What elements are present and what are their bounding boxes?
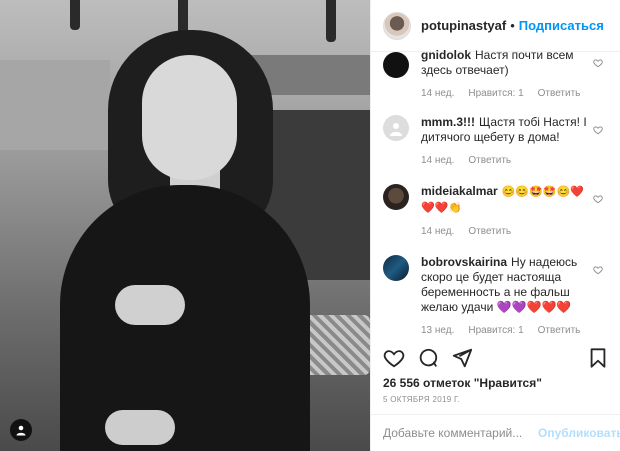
background-shape <box>0 60 110 150</box>
share-icon[interactable] <box>451 347 473 369</box>
comment-avatar[interactable] <box>383 115 409 141</box>
comment-input[interactable] <box>383 426 538 440</box>
post-side-panel: potupinastyaf • Подписаться gnidolok Наст… <box>370 0 620 451</box>
reply-button[interactable]: Ответить <box>468 226 511 237</box>
separator-dot: • <box>510 18 515 33</box>
lamp-shape <box>326 0 336 42</box>
comment-meta: 14 нед. Ответить <box>421 226 589 237</box>
hand-shape <box>115 285 185 325</box>
add-comment-bar: Опубликовать <box>371 414 620 451</box>
hand-shape <box>105 410 175 445</box>
comment-meta: 13 нед. Нравится: 1 Ответить <box>421 325 589 336</box>
list-item: mmm.3!!! Щастя тобі Настя! І дитячого щеб… <box>371 115 620 166</box>
comment-likes[interactable]: Нравится: 1 <box>468 88 523 99</box>
heart-small-icon[interactable] <box>593 58 603 68</box>
list-item: mideiakalmar 😊😊🤩🤩😊❤️ ❤️❤️👏 14 нед. Ответи… <box>371 184 620 237</box>
comment-username[interactable]: bobrovskairina <box>421 255 507 269</box>
comment-meta: 14 нед. Нравится: 1 Ответить <box>421 88 589 99</box>
comment-time[interactable]: 14 нед. <box>421 88 454 99</box>
heart-icon[interactable] <box>383 347 405 369</box>
reply-button[interactable]: Ответить <box>538 325 581 336</box>
reply-button[interactable]: Ответить <box>468 155 511 166</box>
comment-text: gnidolok Настя почти всем здесь отвечает) <box>421 48 589 78</box>
comment-text: bobrovskairina Ну надеюсь скоро це будет … <box>421 255 589 315</box>
comment-avatar[interactable] <box>383 52 409 78</box>
publish-button[interactable]: Опубликовать <box>538 426 620 440</box>
face-shape <box>142 55 237 180</box>
comment-time[interactable]: 13 нед. <box>421 325 454 336</box>
comment-username[interactable]: mmm.3!!! <box>421 115 475 129</box>
comment-text: mideiakalmar 😊😊🤩🤩😊❤️ ❤️❤️👏 <box>421 184 589 216</box>
avatar[interactable] <box>383 11 411 40</box>
heart-small-icon[interactable] <box>593 194 603 204</box>
comment-icon[interactable] <box>417 347 439 369</box>
comments-list[interactable]: gnidolok Настя почти всем здесь отвечает)… <box>371 43 620 338</box>
heart-small-icon[interactable] <box>593 125 603 135</box>
list-item: bobrovskairina Ну надеюсь скоро це будет … <box>371 255 620 336</box>
post-username[interactable]: potupinastyaf <box>421 18 506 33</box>
comment-time[interactable]: 14 нед. <box>421 155 454 166</box>
follow-button[interactable]: Подписаться <box>519 18 604 33</box>
post-photo[interactable] <box>0 0 370 451</box>
comment-meta: 14 нед. Ответить <box>421 155 589 166</box>
comment-avatar[interactable] <box>383 184 409 210</box>
list-item: gnidolok Настя почти всем здесь отвечает)… <box>371 43 620 99</box>
comment-time[interactable]: 14 нед. <box>421 226 454 237</box>
bookmark-icon[interactable] <box>587 347 609 369</box>
default-avatar-icon <box>390 123 402 136</box>
post-date[interactable]: 5 октября 2019 г. <box>383 395 460 404</box>
lamp-shape <box>70 0 80 30</box>
comment-avatar[interactable] <box>383 255 409 281</box>
user-tag-icon[interactable] <box>10 419 32 441</box>
action-bar <box>371 345 620 371</box>
likes-count[interactable]: 26 556 отметок "Нравится" <box>383 376 542 390</box>
user-tag-glyph <box>16 425 26 436</box>
comment-likes[interactable]: Нравится: 1 <box>468 325 523 336</box>
comment-username[interactable]: gnidolok <box>421 48 471 62</box>
comment-text: mmm.3!!! Щастя тобі Настя! І дитячого щеб… <box>421 115 589 145</box>
dress-shape <box>60 185 310 451</box>
comment-username[interactable]: mideiakalmar <box>421 184 498 198</box>
reply-button[interactable]: Ответить <box>538 88 581 99</box>
heart-small-icon[interactable] <box>593 265 603 275</box>
